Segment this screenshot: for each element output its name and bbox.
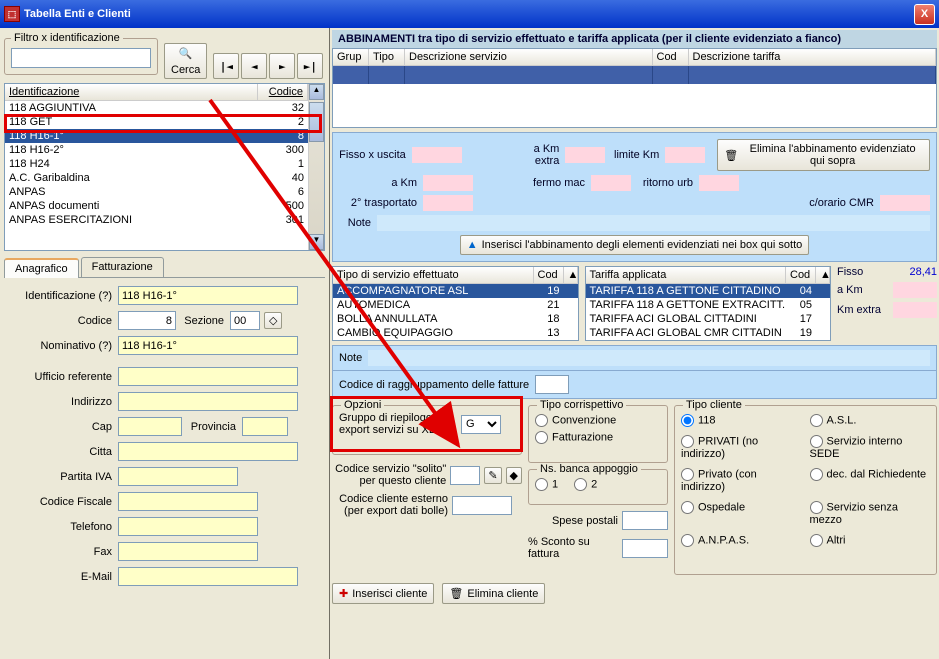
radio-tipo-cliente[interactable]: A.S.L. xyxy=(810,412,931,429)
spese-field[interactable] xyxy=(622,511,668,530)
trasp-field[interactable] xyxy=(423,195,473,211)
insert-client-button[interactable]: ✚Inserisci cliente xyxy=(332,583,434,604)
radio-banca-2[interactable]: 2 xyxy=(574,476,597,493)
fix-akm[interactable] xyxy=(893,282,937,298)
radio-banca-1[interactable]: 1 xyxy=(535,476,558,493)
nav-first[interactable]: |◄ xyxy=(213,53,239,79)
note-field[interactable] xyxy=(368,350,930,366)
ab-note-field[interactable] xyxy=(377,215,930,231)
ident-field[interactable] xyxy=(118,286,298,305)
radio-tipo-cliente[interactable]: A.N.P.A.S. xyxy=(681,532,802,549)
indirizzo-field[interactable] xyxy=(118,392,298,411)
ritorno-field[interactable] xyxy=(699,175,739,191)
radio-tipo-cliente[interactable]: Privato (con indirizzo) xyxy=(681,466,802,495)
delete-client-button[interactable]: 🗑Elimina cliente xyxy=(442,583,545,604)
list-row[interactable]: 118 GET2 xyxy=(5,115,308,129)
filter-input[interactable] xyxy=(11,48,151,68)
tab-anagrafico[interactable]: Anagrafico xyxy=(4,258,79,278)
cod-servizio-field[interactable] xyxy=(450,466,480,485)
filter-legend: Filtro x identificazione xyxy=(11,32,123,44)
scrollbar[interactable]: ▲▼ xyxy=(308,84,324,250)
radio-fatturazione[interactable]: Fatturazione xyxy=(535,429,661,446)
cap-field[interactable] xyxy=(118,417,182,436)
list-row[interactable]: 118 AGGIUNTIVA32 xyxy=(5,101,308,115)
limitekm-field[interactable] xyxy=(665,147,705,163)
nav-next[interactable]: ► xyxy=(269,53,295,79)
clear-icon-2[interactable]: ◆ xyxy=(506,467,522,484)
radio-tipo-cliente[interactable]: Ospedale xyxy=(681,499,802,528)
servizio-row[interactable]: AUTOMEDICA21 xyxy=(333,298,578,312)
trash-icon: 🗑 xyxy=(724,149,738,162)
delete-abbinamento-button[interactable]: 🗑Elimina l'abbinamento evidenziato qui s… xyxy=(717,139,930,171)
email-field[interactable] xyxy=(118,567,298,586)
nav-last[interactable]: ►| xyxy=(297,53,323,79)
sconto-field[interactable] xyxy=(622,539,668,558)
tariffa-row[interactable]: TARIFFA 118 A GETTONE EXTRACITT.05 xyxy=(586,298,831,312)
client-list[interactable]: Identificazione Codice 118 AGGIUNTIVA321… xyxy=(4,83,325,251)
fisso-value: 28,41 xyxy=(909,266,937,278)
servizio-list[interactable]: Tipo di servizio effettuatoCod▲ ACCOMPAG… xyxy=(332,266,579,341)
abbinamenti-title: ABBINAMENTI tra tipo di servizio effettu… xyxy=(332,30,937,48)
cod-esterno-field[interactable] xyxy=(452,496,512,515)
tariffa-row[interactable]: TARIFFA ACI GLOBAL CITTADINI17 xyxy=(586,312,831,326)
list-row[interactable]: ANPAS6 xyxy=(5,185,308,199)
clear-icon[interactable]: ◇ xyxy=(264,312,282,329)
edit-icon[interactable]: ✎ xyxy=(484,467,501,484)
provincia-field[interactable] xyxy=(242,417,288,436)
trash-icon-2: 🗑 xyxy=(449,587,463,600)
radio-tipo-cliente[interactable]: Servizio senza mezzo xyxy=(810,499,931,528)
list-row[interactable]: ANPAS ESERCITAZIONI301 xyxy=(5,213,308,227)
list-row[interactable]: ANPAS documenti500 xyxy=(5,199,308,213)
corario-field[interactable] xyxy=(880,195,930,211)
col-ident[interactable]: Identificazione xyxy=(5,84,258,100)
cf-field[interactable] xyxy=(118,492,258,511)
radio-tipo-cliente[interactable]: Altri xyxy=(810,532,931,549)
servizio-row[interactable]: ACCOMPAGNATORE ASL19 xyxy=(333,284,578,298)
radio-convenzione[interactable]: Convenzione xyxy=(535,412,661,429)
list-row[interactable]: 118 H241 xyxy=(5,157,308,171)
ufficio-field[interactable] xyxy=(118,367,298,386)
fermo-field[interactable] xyxy=(591,175,631,191)
tariffa-row[interactable]: TARIFFA 118 A GETTONE CITTADINO04 xyxy=(586,284,831,298)
radio-tipo-cliente[interactable]: 118 xyxy=(681,412,802,429)
tab-fatturazione[interactable]: Fatturazione xyxy=(81,257,164,277)
radio-tipo-cliente[interactable]: Servizio interno SEDE xyxy=(810,433,931,462)
servizio-row[interactable]: CAMBIO EQUIPAGGIO13 xyxy=(333,326,578,340)
nav-buttons: |◄ ◄ ► ►| xyxy=(213,53,323,79)
tariffa-row[interactable]: TARIFFA ACI GLOBAL CMR CITTADIN19 xyxy=(586,326,831,340)
list-row[interactable]: 118 H16-1°8 xyxy=(5,129,308,143)
list-row[interactable]: A.C. Garibaldina40 xyxy=(5,171,308,185)
nav-prev[interactable]: ◄ xyxy=(241,53,267,79)
insert-abbinamento-button[interactable]: ▲Inserisci l'abbinamento degli elementi … xyxy=(460,235,810,255)
piva-field[interactable] xyxy=(118,467,238,486)
col-code[interactable]: Codice xyxy=(258,84,308,100)
radio-tipo-cliente[interactable]: dec. dal Richiedente xyxy=(810,466,931,495)
plus-icon: ✚ xyxy=(339,587,348,600)
code-field[interactable] xyxy=(118,311,176,330)
citta-field[interactable] xyxy=(118,442,298,461)
list-row[interactable]: 118 H16-2°300 xyxy=(5,143,308,157)
fix-kmx[interactable] xyxy=(893,302,937,318)
radio-tipo-cliente[interactable]: PRIVATI (no indirizzo) xyxy=(681,433,802,462)
akm-field[interactable] xyxy=(423,175,473,191)
window-title: Tabella Enti e Clienti xyxy=(24,8,914,20)
fisso-field[interactable] xyxy=(412,147,462,163)
cod-ragg-field[interactable] xyxy=(535,375,569,394)
servizio-row[interactable]: BOLLA ANNULLATA18 xyxy=(333,312,578,326)
up-arrow-icon: ▲ xyxy=(467,239,478,251)
sezione-field[interactable] xyxy=(230,311,260,330)
fax-field[interactable] xyxy=(118,542,258,561)
telefono-field[interactable] xyxy=(118,517,258,536)
search-button[interactable]: 🔍 Cerca xyxy=(164,43,207,79)
tariffa-list[interactable]: Tariffa applicataCod▲ TARIFFA 118 A GETT… xyxy=(585,266,832,341)
nominativo-field[interactable] xyxy=(118,336,298,355)
abbinamenti-grid[interactable]: Grup Tipo Descrizione servizio Cod Descr… xyxy=(332,48,937,128)
gruppo-riepilogo-select[interactable]: G xyxy=(461,415,501,434)
app-icon: ⬚ xyxy=(4,6,20,22)
close-button[interactable]: X xyxy=(914,4,935,25)
kmextra-field[interactable] xyxy=(565,147,605,163)
search-icon: 🔍 xyxy=(179,47,193,60)
